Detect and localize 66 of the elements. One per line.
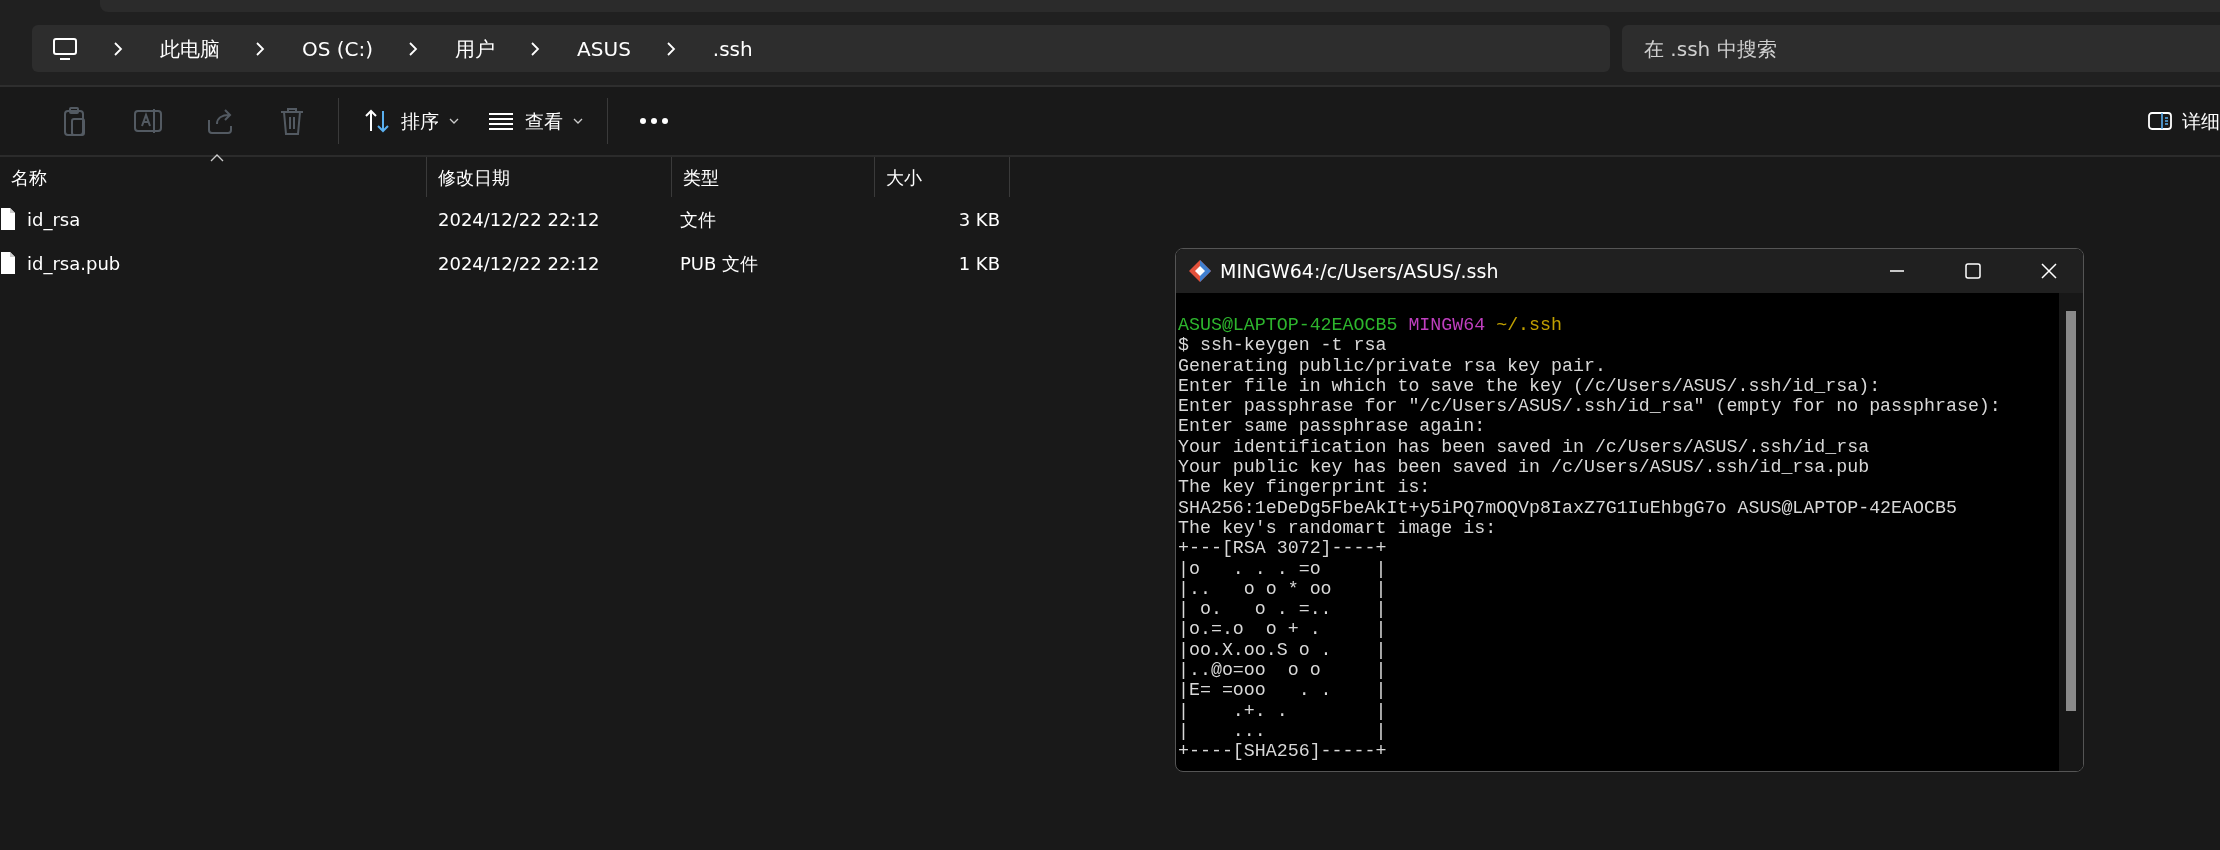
breadcrumb-item[interactable]: OS (C:): [302, 33, 374, 64]
file-icon: [0, 251, 16, 275]
chevron-icon: [254, 41, 266, 56]
chevron-icon: [664, 41, 677, 56]
terminal-line: SHA256:1eDeDg5FbeAkIt+y5iPQ7mOQVp8IaxZ7G1IuEhbgG7o ASUS@LAPTOP-42EAOCB5: [1178, 497, 1958, 518]
terminal-line: |oo.X.oo.S o . |: [1178, 639, 1388, 661]
rename-icon: [133, 106, 163, 136]
details-button[interactable]: 详细: [2148, 96, 2220, 146]
terminal-line: |o.=.o o + . |: [1178, 619, 1388, 640]
close-icon: [2040, 262, 2058, 280]
breadcrumb-item[interactable]: 此电脑: [160, 33, 220, 64]
terminal-line: Enter file in which to save the key (/c/Users/ASUS/.ssh/id_rsa):: [1178, 375, 1882, 397]
search-field[interactable]: 在 .ssh 中搜索: [1622, 25, 2220, 72]
column-header[interactable]: 类型: [672, 157, 875, 197]
window-title: MINGW64:/c/Users/ASUS/.ssh: [1220, 258, 1499, 284]
computer-icon[interactable]: [52, 36, 78, 61]
terminal-line: |.. o o * oo |: [1178, 578, 1388, 600]
terminal-line: Your public key has been saved in /c/Users/ASUS/.ssh/id_rsa.pub: [1178, 457, 1871, 478]
modified-date: 2024/12/22 22:12: [438, 207, 601, 232]
terminal-line: Enter same passphrase again:: [1178, 416, 1487, 437]
terminal-line: +---[RSA 3072]----+: [1178, 538, 1388, 559]
share-icon: [205, 106, 235, 136]
terminal-line: |o . . . =o |: [1178, 558, 1388, 579]
terminal-line: |..@o=oo o o |: [1178, 660, 1388, 681]
file-icon: [0, 207, 16, 231]
diamond-logo-icon: [1188, 259, 1212, 283]
terminal-line: Your identification has been saved in /c/Users/ASUS/.ssh/id_rsa: [1178, 436, 1871, 458]
more-icon: [639, 117, 669, 125]
minimize-icon: [1888, 270, 1906, 272]
terminal-line: $ ssh-keygen -t rsa: [1178, 335, 1388, 356]
scrollbar[interactable]: [2059, 293, 2083, 771]
breadcrumb-item[interactable]: ASUS: [577, 33, 631, 64]
details-pane-icon: [2148, 111, 2172, 131]
maximize-icon: [1964, 262, 1982, 280]
terminal-line: The key's randomart image is:: [1178, 517, 1498, 539]
terminal-line: The key fingerprint is:: [1178, 477, 1432, 498]
breadcrumb-item[interactable]: .ssh: [712, 33, 753, 64]
file-size: 3 KB: [957, 207, 1000, 232]
file-type: 文件: [680, 207, 717, 232]
column-header[interactable]: 修改日期: [427, 157, 672, 197]
breadcrumb-item[interactable]: 用户: [455, 33, 496, 64]
column-header[interactable]: 大小: [875, 157, 1010, 197]
prompt-text: ASUS@LAPTOP-42EAOCB5: [1178, 315, 1398, 335]
prompt-text: ~/.ssh: [1496, 315, 1562, 335]
terminal-line: |E= =ooo . . |: [1178, 680, 1388, 701]
file-type: PUB 文件: [680, 251, 760, 276]
file-size: 1 KB: [957, 251, 1000, 276]
chevron-icon: [407, 41, 420, 56]
chevron-icon: [529, 41, 542, 56]
terminal-line: +----[SHA256]-----+: [1178, 741, 1388, 762]
file-name[interactable]: id_rsa: [27, 205, 438, 233]
prompt-text: MINGW64: [1408, 315, 1486, 335]
terminal-line: Enter passphrase for "/c/Users/ASUS/.ssh/id_rsa" (empty for no passphrase):: [1178, 396, 2002, 417]
column-header[interactable]: 名称: [0, 157, 427, 197]
chevron-icon: [112, 41, 124, 56]
terminal-line: Generating public/private rsa key pair.: [1178, 355, 1607, 376]
sort-menu-button[interactable]: 排序: [349, 96, 473, 146]
sort-icon: [363, 107, 391, 135]
terminal-line: | .+. . |: [1178, 700, 1388, 721]
file-name[interactable]: id_rsa.pub: [27, 249, 438, 277]
caret-icon: [449, 117, 459, 125]
caret-icon: [573, 117, 583, 125]
view-menu-button[interactable]: 查看: [473, 96, 597, 146]
modified-date: 2024/12/22 22:12: [438, 251, 601, 276]
terminal-line: | ... |: [1178, 720, 1388, 742]
terminal-line: | o. o . =.. |: [1178, 599, 1388, 620]
